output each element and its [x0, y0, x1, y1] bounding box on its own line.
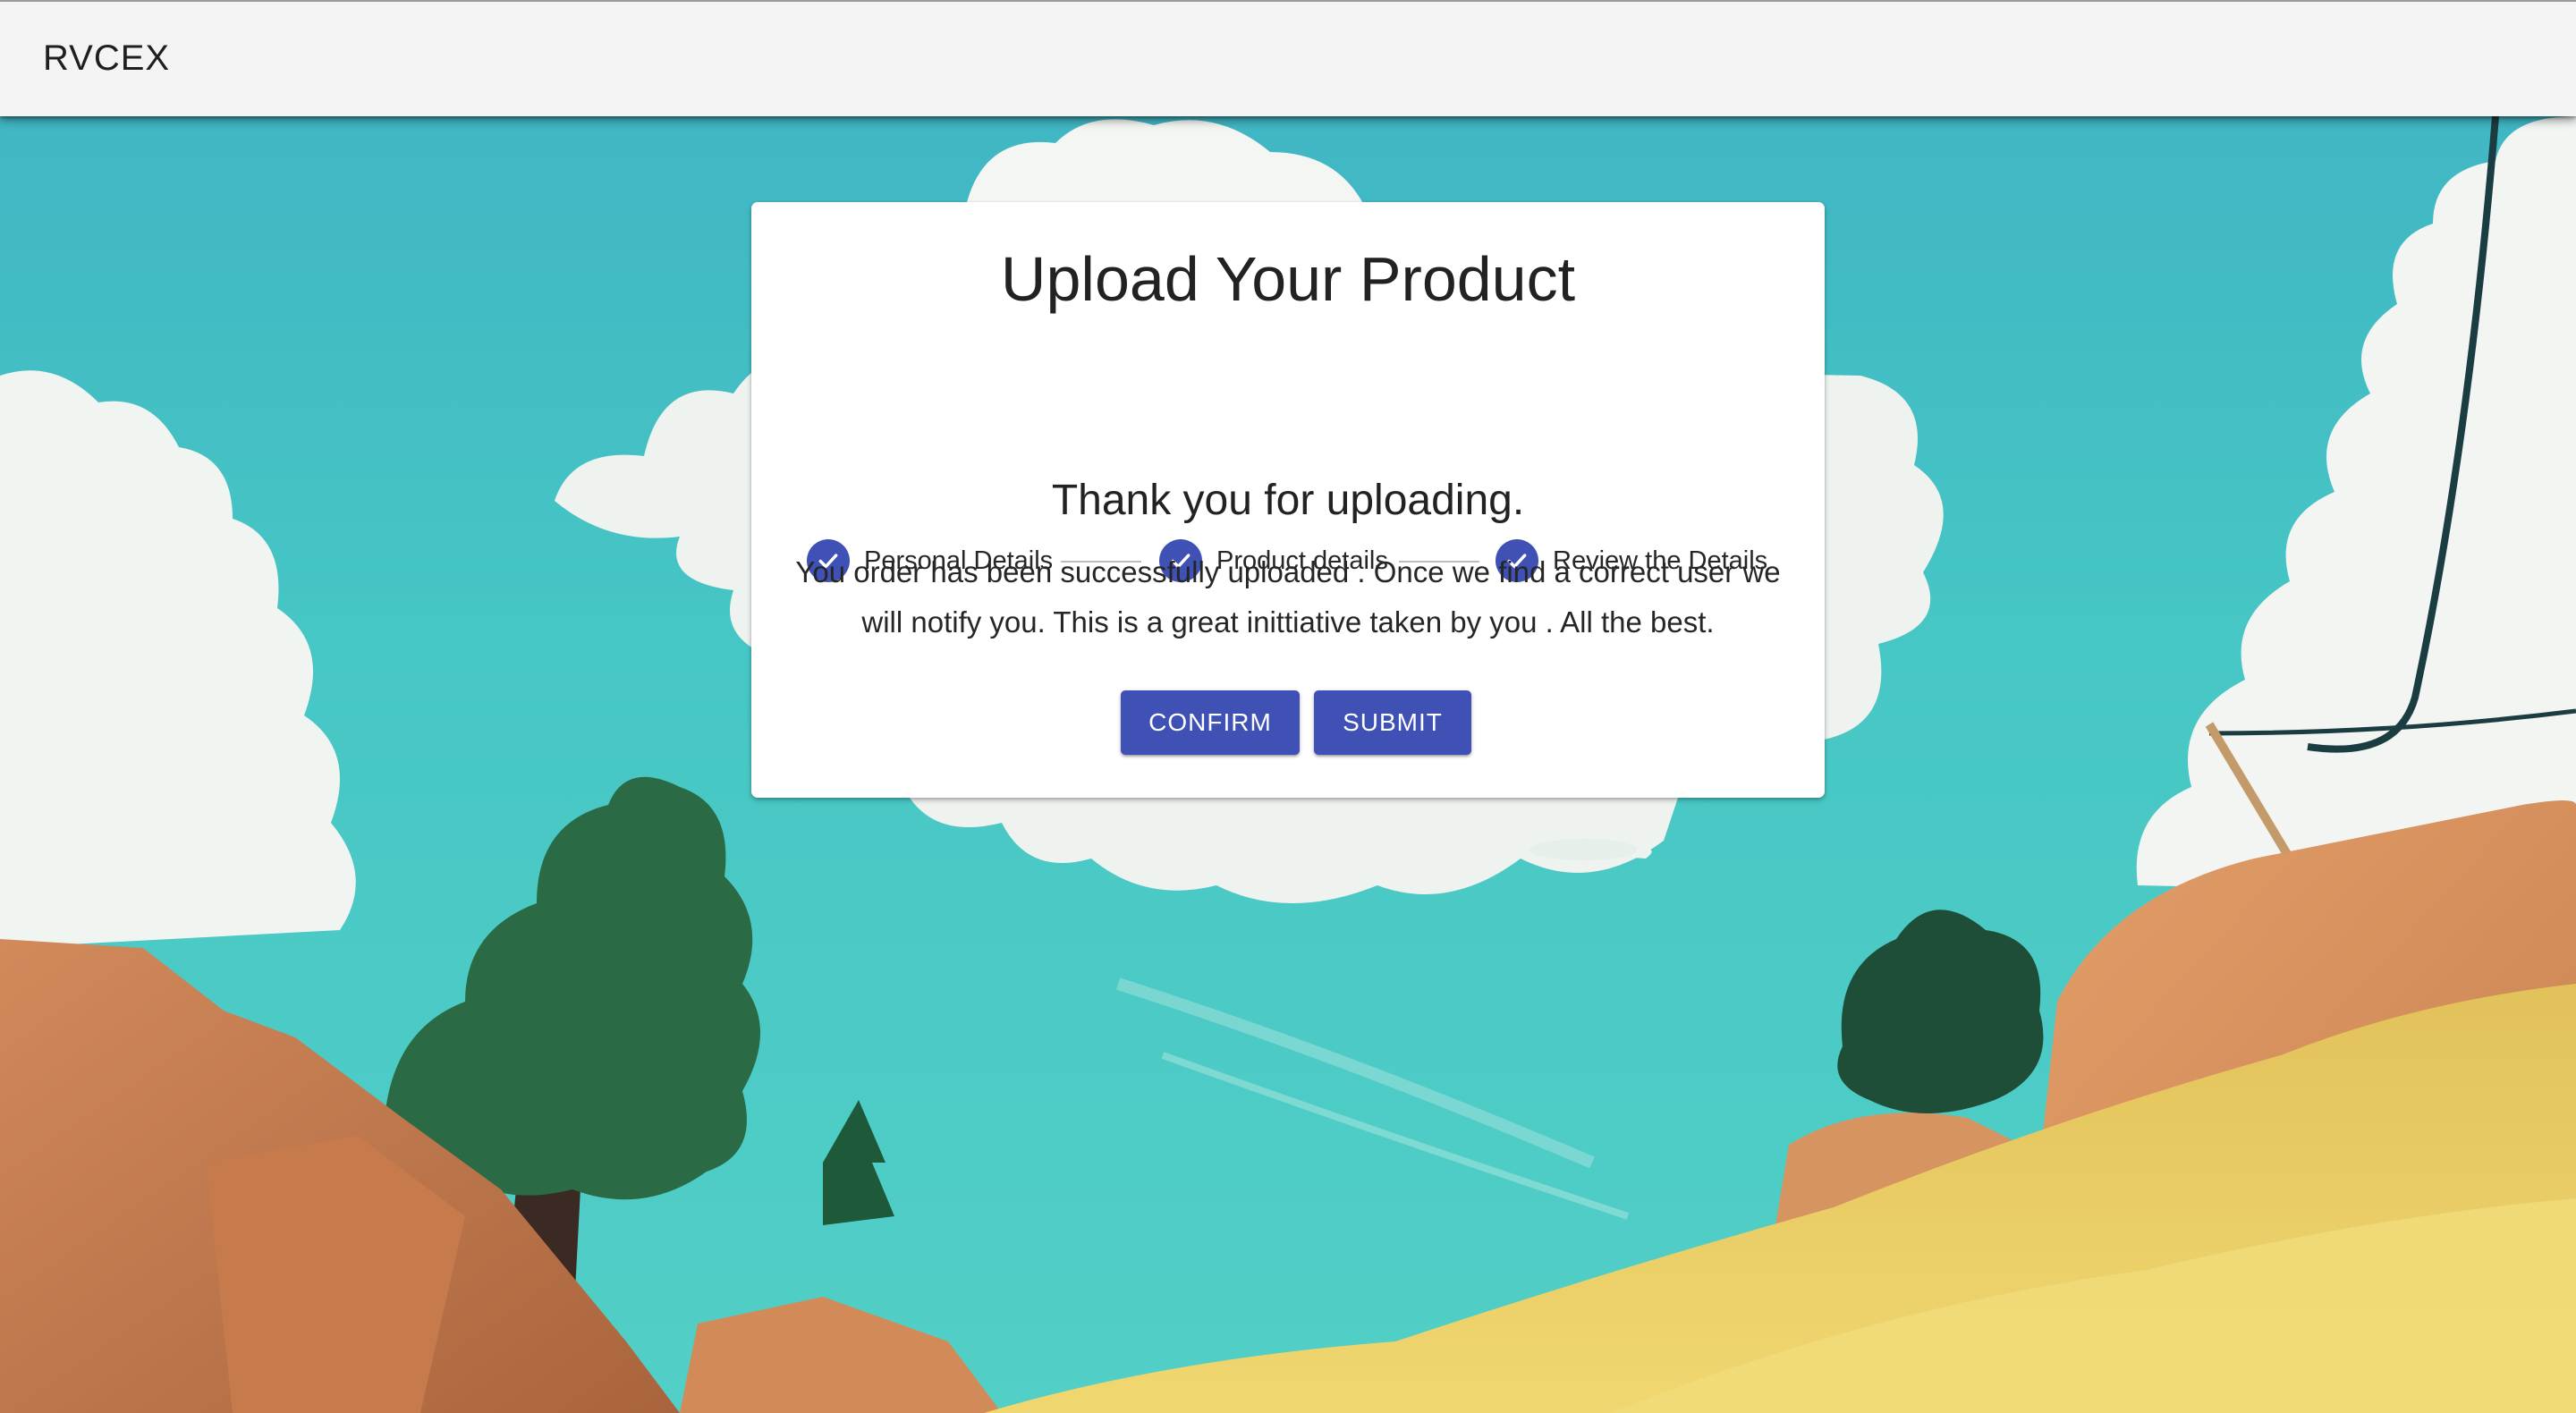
success-heading: Thank you for uploading.	[1051, 477, 1525, 524]
card-title: Upload Your Product	[1000, 244, 1576, 314]
success-message-line: You order has been successfully uploaded…	[795, 555, 1781, 588]
upload-product-card: Upload Your Product Personal Details Pro…	[751, 202, 1825, 798]
success-message-line: will notify you. This is a great inittia…	[861, 605, 1715, 639]
success-message: You order has been successfully uploaded…	[787, 547, 1789, 647]
page: RVCEX Upload Your Product Personal Detai…	[0, 0, 2576, 1413]
app-bar: RVCEX	[0, 0, 2576, 116]
app-title[interactable]: RVCEX	[43, 36, 170, 80]
submit-button[interactable]: SUBMIT	[1314, 690, 1471, 755]
confirm-button[interactable]: CONFIRM	[1121, 690, 1300, 755]
